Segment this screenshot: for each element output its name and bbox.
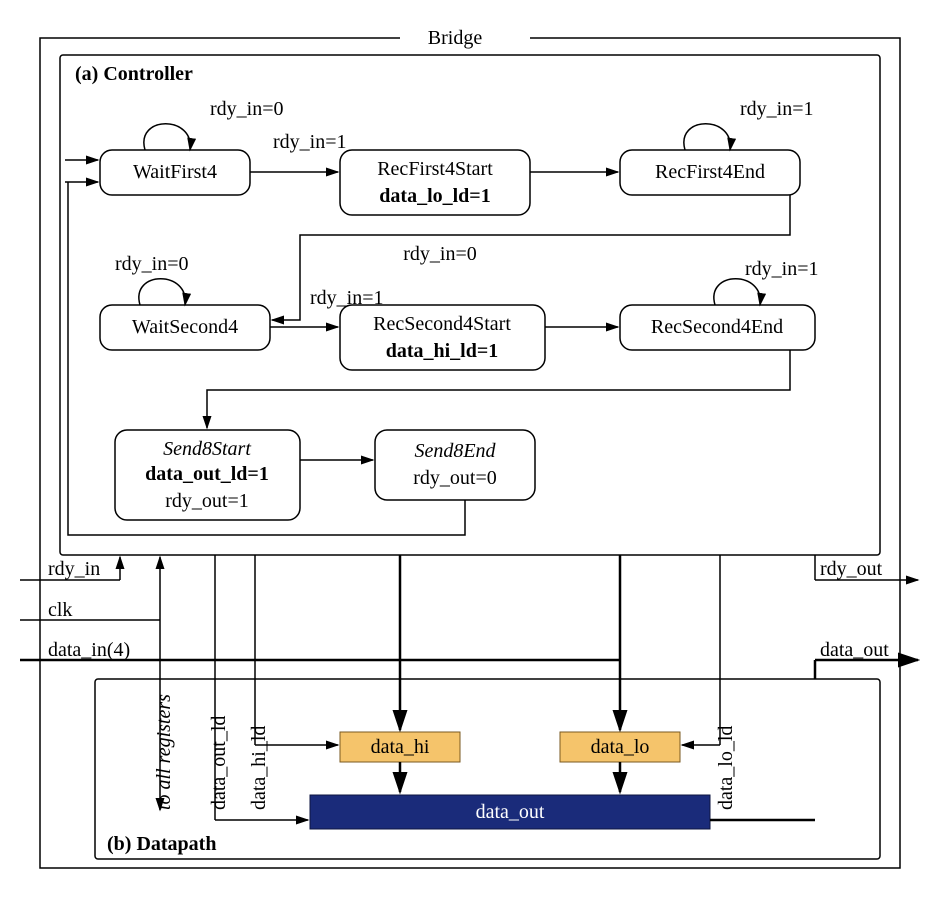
to-all-registers: to all registers (153, 694, 175, 810)
bridge-diagram: Bridge (a) Controller WaitFirst4 rdy_in=… (20, 20, 920, 880)
send8start-action2: rdy_out=1 (165, 490, 249, 512)
recfirst4end-selfloop: rdy_in=1 (740, 98, 814, 120)
recfirst4end-name: RecFirst4End (655, 161, 765, 183)
waitsecond4-name: WaitSecond4 (132, 316, 238, 338)
waitsecond4-out: rdy_in=1 (310, 287, 384, 309)
state-waitfirst4-name: WaitFirst4 (133, 161, 217, 183)
signal-data-in: data_in(4) (48, 639, 130, 661)
recfirst4end-out: rdy_in=0 (403, 243, 477, 265)
recsecond4start-action: data_hi_ld=1 (386, 340, 499, 362)
signal-rdy-in: rdy_in (48, 558, 100, 580)
sig-data-hi-ld: data_hi_ld (248, 726, 270, 810)
controller-label: (a) Controller (75, 63, 193, 85)
sig-data-out-ld: data_out_ld (208, 716, 230, 810)
recsecond4end-selfloop: rdy_in=1 (745, 258, 819, 280)
sig-data-lo-ld: data_lo_ld (715, 726, 737, 810)
signal-rdy-out: rdy_out (820, 558, 883, 580)
reg-data-hi-label: data_hi (371, 736, 430, 758)
recsecond4start-name: RecSecond4Start (373, 313, 511, 335)
waitfirst4-out: rdy_in=1 (273, 131, 347, 153)
recfirst4start-action: data_lo_ld=1 (379, 185, 490, 207)
send8end-name: Send8End (414, 440, 496, 462)
send8start-name: Send8Start (163, 438, 251, 460)
send8end-action: rdy_out=0 (413, 467, 497, 489)
reg-data-lo-label: data_lo (591, 736, 650, 758)
signal-clk: clk (48, 599, 72, 621)
waitfirst4-selfloop: rdy_in=0 (210, 98, 284, 120)
send8start-action1: data_out_ld=1 (145, 463, 269, 485)
signal-data-out: data_out (820, 639, 889, 661)
reg-data-out-label: data_out (476, 801, 545, 823)
recfirst4start-name: RecFirst4Start (377, 158, 493, 180)
waitsecond4-selfloop: rdy_in=0 (115, 253, 189, 275)
datapath-label: (b) Datapath (107, 833, 216, 855)
bridge-title: Bridge (428, 27, 483, 49)
recsecond4end-name: RecSecond4End (651, 316, 783, 338)
